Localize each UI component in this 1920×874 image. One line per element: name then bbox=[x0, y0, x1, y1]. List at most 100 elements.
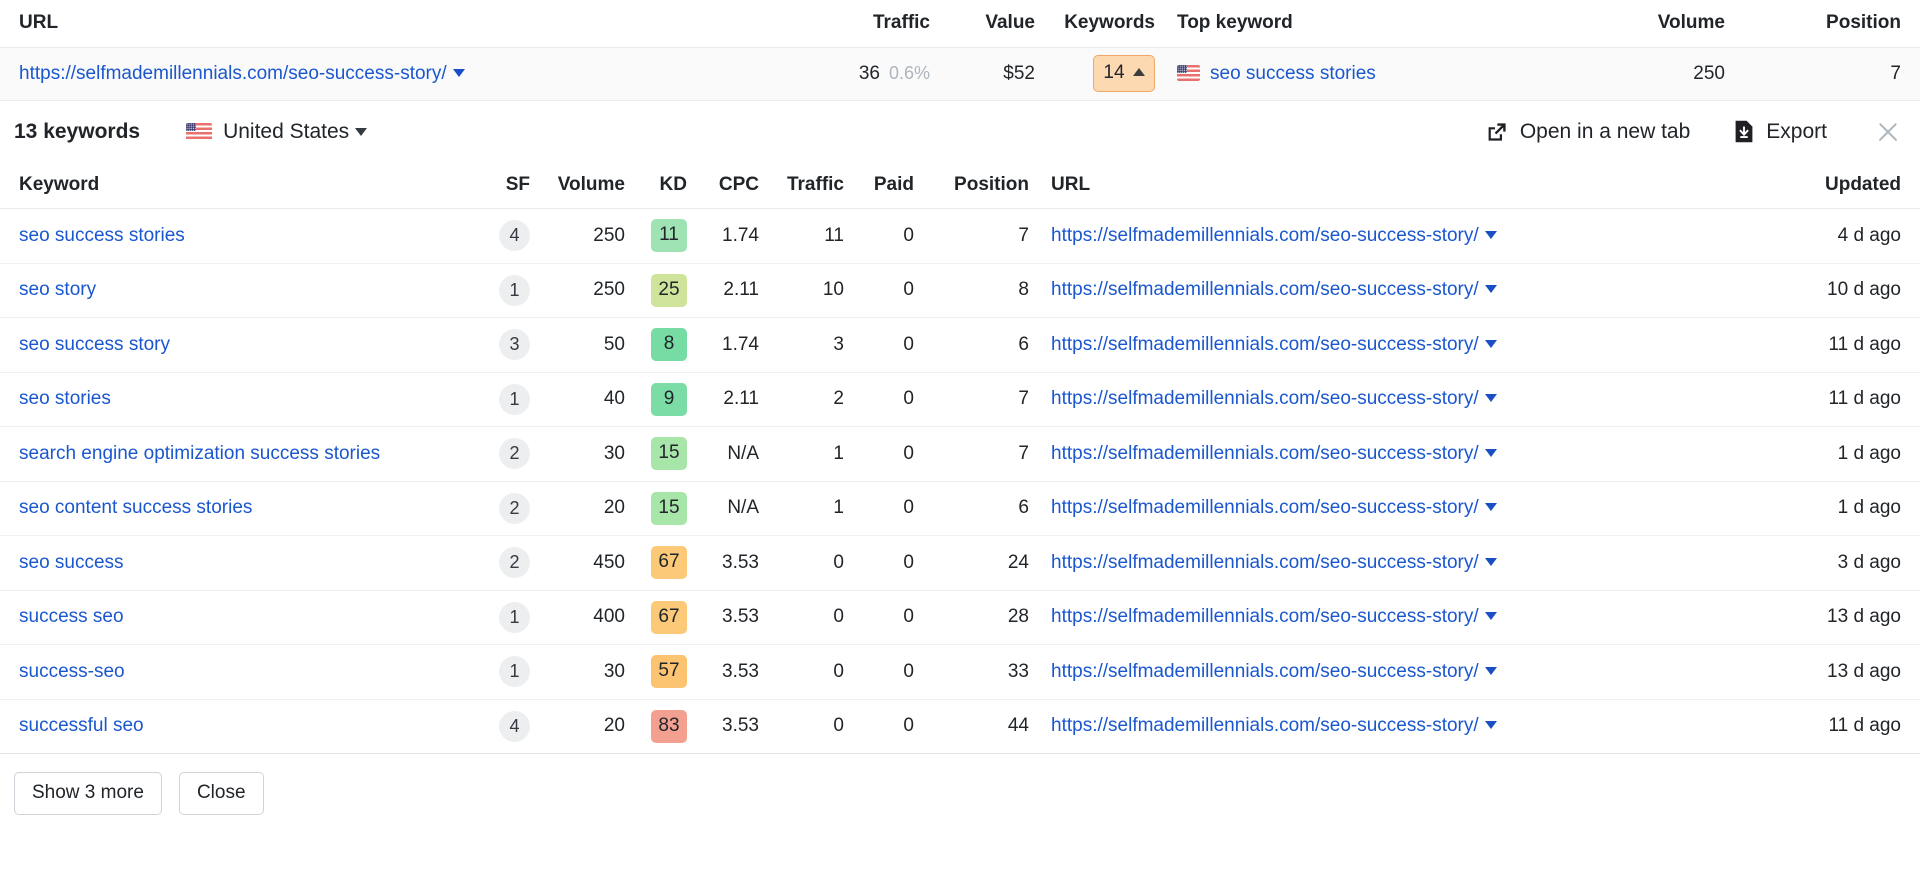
keyword-link[interactable]: seo content success stories bbox=[19, 497, 252, 518]
country-selector-label: United States bbox=[223, 119, 350, 143]
kt-col-header-cpc[interactable]: CPC bbox=[687, 162, 759, 209]
cell-position: 7 bbox=[1890, 62, 1901, 84]
result-url-link[interactable]: https://selfmademillennials.com/seo-succ… bbox=[1051, 606, 1479, 627]
cell-sf: 2 bbox=[470, 535, 530, 591]
export-button[interactable]: Export bbox=[1734, 120, 1827, 144]
serp-features-badge[interactable]: 2 bbox=[499, 438, 530, 470]
close-button[interactable]: Close bbox=[178, 772, 264, 815]
result-url-link[interactable]: https://selfmademillennials.com/seo-succ… bbox=[1051, 497, 1479, 518]
result-url-link[interactable]: https://selfmademillennials.com/seo-succ… bbox=[1051, 715, 1479, 736]
kt-col-header-volume[interactable]: Volume bbox=[530, 162, 625, 209]
kt-col-header-traffic[interactable]: Traffic bbox=[759, 162, 844, 209]
keywords-table: Keyword SF Volume KD CPC Traffic Paid Po… bbox=[0, 162, 1920, 755]
url-dropdown-caret-icon[interactable] bbox=[1484, 448, 1497, 457]
col-header-traffic[interactable]: Traffic bbox=[795, 0, 930, 47]
keyword-link[interactable]: seo story bbox=[19, 279, 96, 300]
cell-sf: 4 bbox=[470, 699, 530, 754]
cell-updated: 1 d ago bbox=[1769, 481, 1920, 536]
table-row: seo stories 1 40 9 2.11 2 0 7 https://selfmademi… bbox=[0, 372, 1920, 427]
url-dropdown-caret-icon[interactable] bbox=[1484, 557, 1497, 566]
url-dropdown-caret-icon[interactable] bbox=[1484, 339, 1497, 348]
cell-sf: 2 bbox=[470, 481, 530, 536]
kt-col-header-updated[interactable]: Updated bbox=[1769, 162, 1920, 209]
kt-col-header-paid[interactable]: Paid bbox=[844, 162, 914, 209]
table-row: seo story 1 250 25 2.11 10 0 8 https://selfmadem… bbox=[0, 263, 1920, 318]
cell-sf: 1 bbox=[470, 644, 530, 700]
serp-features-badge[interactable]: 4 bbox=[499, 220, 530, 252]
result-url-link[interactable]: https://selfmademillennials.com/seo-succ… bbox=[1051, 443, 1479, 464]
cell-url: https://selfmademillennials.com/seo-succ… bbox=[1029, 317, 1769, 373]
kt-col-header-position[interactable]: Position bbox=[914, 162, 1029, 209]
serp-features-badge[interactable]: 1 bbox=[499, 601, 530, 633]
result-url-link[interactable]: https://selfmademillennials.com/seo-succ… bbox=[1051, 334, 1479, 355]
page-url-link[interactable]: https://selfmademillennials.com/seo-succ… bbox=[19, 63, 447, 84]
col-header-value[interactable]: Value bbox=[930, 0, 1035, 47]
keyword-link[interactable]: success-seo bbox=[19, 661, 125, 682]
keyword-link[interactable]: seo success stories bbox=[19, 225, 185, 246]
kt-col-header-sf[interactable]: SF bbox=[470, 162, 530, 209]
cell-sf: 2 bbox=[470, 426, 530, 482]
url-dropdown-caret-icon[interactable] bbox=[1484, 503, 1497, 512]
cell-url: https://selfmademillennials.com/seo-succ… bbox=[1029, 699, 1769, 754]
result-url-link[interactable]: https://selfmademillennials.com/seo-succ… bbox=[1051, 279, 1479, 300]
cell-volume: 20 bbox=[530, 481, 625, 536]
keyword-link[interactable]: seo success bbox=[19, 552, 124, 573]
col-header-top-keyword[interactable]: Top keyword bbox=[1155, 0, 1585, 47]
open-in-new-tab-button[interactable]: Open in a new tab bbox=[1486, 120, 1690, 144]
cell-sf: 1 bbox=[470, 590, 530, 645]
cell-traffic: 36 0.6% bbox=[795, 47, 930, 100]
result-url-link[interactable]: https://selfmademillennials.com/seo-succ… bbox=[1051, 552, 1479, 573]
cell-cpc: 2.11 bbox=[687, 263, 759, 318]
outer-table-row-expanded: https://selfmademillennials.com/seo-succ… bbox=[0, 47, 1920, 100]
cell-volume: 450 bbox=[530, 535, 625, 591]
result-url-link[interactable]: https://selfmademillennials.com/seo-succ… bbox=[1051, 388, 1479, 409]
serp-features-badge[interactable]: 4 bbox=[499, 710, 530, 742]
result-url-link[interactable]: https://selfmademillennials.com/seo-succ… bbox=[1051, 661, 1479, 682]
keyword-link[interactable]: successful seo bbox=[19, 715, 144, 736]
kt-col-header-url[interactable]: URL bbox=[1029, 162, 1769, 209]
table-row: seo success 2 450 67 3.53 0 0 24 https://selfmad… bbox=[0, 535, 1920, 591]
cell-sf: 3 bbox=[470, 317, 530, 373]
kt-col-header-keyword[interactable]: Keyword bbox=[0, 162, 470, 209]
url-dropdown-caret-icon[interactable] bbox=[452, 68, 465, 77]
serp-features-badge[interactable]: 1 bbox=[499, 656, 530, 688]
kt-col-header-kd[interactable]: KD bbox=[625, 162, 687, 209]
cell-kd: 57 bbox=[625, 644, 687, 700]
cell-updated: 3 d ago bbox=[1769, 535, 1920, 591]
country-selector[interactable]: United States bbox=[186, 119, 368, 144]
serp-features-badge[interactable]: 2 bbox=[499, 547, 530, 579]
serp-features-badge[interactable]: 1 bbox=[499, 383, 530, 415]
close-icon[interactable] bbox=[1875, 119, 1901, 145]
keyword-link[interactable]: seo stories bbox=[19, 388, 111, 409]
top-keyword-link[interactable]: seo success stories bbox=[1210, 63, 1376, 84]
serp-features-badge[interactable]: 2 bbox=[499, 492, 530, 524]
result-url-link[interactable]: https://selfmademillennials.com/seo-succ… bbox=[1051, 225, 1479, 246]
keywords-count-badge[interactable]: 14 bbox=[1093, 55, 1155, 92]
keyword-difficulty-badge: 67 bbox=[651, 600, 687, 634]
cell-keyword: seo content success stories bbox=[0, 481, 470, 536]
url-dropdown-caret-icon[interactable] bbox=[1484, 285, 1497, 294]
col-header-keywords[interactable]: Keywords bbox=[1035, 0, 1155, 47]
keyword-link[interactable]: seo success story bbox=[19, 334, 170, 355]
col-header-position[interactable]: Position bbox=[1725, 0, 1920, 47]
cell-updated: 13 d ago bbox=[1769, 644, 1920, 700]
col-header-volume[interactable]: Volume bbox=[1585, 0, 1725, 47]
keyword-link[interactable]: search engine optimization success stori… bbox=[19, 443, 380, 464]
show-more-button[interactable]: Show 3 more bbox=[14, 772, 162, 815]
url-dropdown-caret-icon[interactable] bbox=[1484, 612, 1497, 621]
keyword-link[interactable]: success seo bbox=[19, 606, 124, 627]
cell-position: 7 bbox=[914, 426, 1029, 482]
serp-features-badge[interactable]: 3 bbox=[499, 329, 530, 361]
cell-position: 6 bbox=[914, 317, 1029, 373]
keywords-table-header-row: Keyword SF Volume KD CPC Traffic Paid Po… bbox=[0, 162, 1920, 209]
url-dropdown-caret-icon[interactable] bbox=[1484, 230, 1497, 239]
serp-features-badge[interactable]: 1 bbox=[499, 274, 530, 306]
url-dropdown-caret-icon[interactable] bbox=[1484, 721, 1497, 730]
col-header-url[interactable]: URL bbox=[0, 0, 795, 47]
cell-top-keyword: seo success stories bbox=[1155, 47, 1585, 100]
keyword-difficulty-badge: 15 bbox=[651, 491, 687, 525]
url-dropdown-caret-icon[interactable] bbox=[1484, 394, 1497, 403]
cell-keyword: seo success stories bbox=[0, 208, 470, 264]
cell-traffic: 10 bbox=[759, 263, 844, 318]
url-dropdown-caret-icon[interactable] bbox=[1484, 666, 1497, 675]
